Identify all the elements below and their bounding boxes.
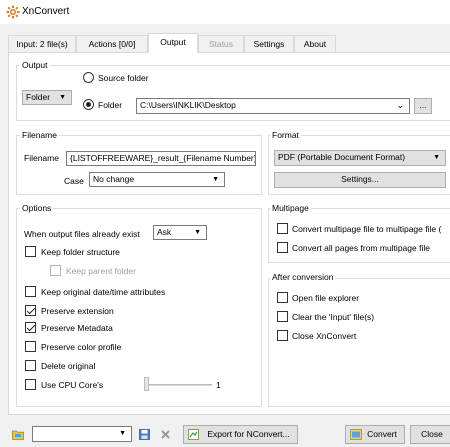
close-button[interactable]: Close [410, 425, 450, 444]
output-type-combo[interactable]: Folder ▼ [22, 90, 72, 105]
tab-about[interactable]: About [294, 35, 336, 52]
tab-output[interactable]: Output [148, 33, 198, 53]
export-icon [188, 429, 199, 440]
preserve-metadata-checkbox[interactable] [25, 322, 36, 333]
multipage-group [268, 208, 450, 263]
xnconvert-logo-icon [6, 5, 20, 19]
keep-parent-folder-label: Keep parent folder [66, 266, 136, 276]
keep-folder-structure-label: Keep folder structure [41, 247, 120, 257]
delete-original-label: Delete original [41, 361, 96, 371]
output-exists-combo[interactable]: Ask ▼ [153, 225, 207, 240]
after-conversion-legend: After conversion [270, 272, 336, 282]
convert-label: Convert [367, 429, 397, 439]
export-nconvert-button[interactable]: Export for NConvert... [183, 425, 298, 444]
convert-multipage-label: Convert multipage file to multipage file… [292, 224, 442, 234]
open-file-explorer-label: Open file explorer [292, 293, 360, 303]
chevron-down-icon: ▼ [119, 430, 126, 437]
format-value: PDF (Portable Document Format) [278, 152, 406, 162]
preserve-extension-label: Preserve extension [41, 306, 114, 316]
keep-parent-folder-checkbox[interactable] [50, 265, 61, 276]
tab-settings[interactable]: Settings [244, 35, 294, 52]
clear-input-files-label: Clear the 'Input' file(s) [292, 312, 375, 322]
export-nconvert-label: Export for NConvert... [207, 429, 290, 439]
options-group-legend: Options [20, 203, 54, 213]
case-value: No change [93, 174, 135, 184]
preserve-color-profile-label: Preserve color profile [41, 342, 122, 352]
use-cpu-cores-label: Use CPU Core's [41, 380, 104, 390]
output-exists-value: Ask [157, 227, 172, 237]
tab-status[interactable]: Status [198, 35, 244, 52]
delete-icon[interactable] [160, 429, 171, 440]
cpu-cores-slider-thumb[interactable] [144, 377, 149, 391]
close-xnconvert-label: Close XnConvert [292, 331, 357, 341]
preserve-color-profile-checkbox[interactable] [25, 341, 36, 352]
clear-input-files-checkbox[interactable] [277, 311, 288, 322]
convert-button[interactable]: Convert [345, 425, 405, 444]
keep-date-time-label: Keep original date/time attributes [41, 287, 166, 297]
window-title: XnConvert [22, 6, 70, 17]
filename-label: Filename [24, 153, 59, 163]
filename-group-legend: Filename [20, 130, 59, 140]
output-group-legend: Output [20, 60, 50, 70]
use-cpu-cores-checkbox[interactable] [25, 379, 36, 390]
format-group-legend: Format [270, 130, 301, 140]
chevron-down-icon: ⌄ [396, 100, 404, 110]
browse-folder-button[interactable]: ... [414, 98, 432, 114]
cpu-cores-value: 1 [216, 380, 221, 390]
convert-icon [350, 429, 362, 440]
format-combo[interactable]: PDF (Portable Document Format) ▼ [274, 150, 446, 166]
keep-folder-structure-checkbox[interactable] [25, 246, 36, 257]
cpu-cores-slider-track[interactable] [146, 384, 212, 386]
folder-label: Folder [98, 100, 123, 110]
chevron-down-icon: ▼ [194, 229, 201, 236]
chevron-down-icon: ▼ [212, 176, 219, 183]
preserve-metadata-label: Preserve Metadata [41, 323, 113, 333]
source-folder-radio[interactable] [83, 72, 94, 83]
keep-date-time-checkbox[interactable] [25, 286, 36, 297]
folder-path-value: C:\Users\INKLIK\Desktop [140, 100, 236, 110]
tab-actions[interactable]: Actions [0/0] [76, 35, 148, 52]
folder-path-combo[interactable]: C:\Users\INKLIK\Desktop ⌄ [136, 98, 410, 114]
output-type-value: Folder [26, 92, 51, 102]
open-file-explorer-checkbox[interactable] [277, 292, 288, 303]
chevron-down-icon: ▼ [59, 94, 66, 101]
delete-original-checkbox[interactable] [25, 360, 36, 371]
folder-radio[interactable] [83, 99, 94, 110]
close-xnconvert-checkbox[interactable] [277, 330, 288, 341]
tab-input[interactable]: Input: 2 file(s) [8, 35, 76, 52]
format-settings-button[interactable]: Settings... [274, 172, 446, 188]
title-bar: XnConvert [0, 0, 450, 24]
folder-icon[interactable] [12, 429, 24, 440]
filename-template-input[interactable]: {LISTOFFREEWARE}_result_{Filename Number… [66, 151, 256, 166]
convert-all-pages-checkbox[interactable] [277, 242, 288, 253]
convert-all-pages-label: Convert all pages from multipage file [292, 243, 430, 253]
preset-combo[interactable]: ▼ [32, 426, 132, 442]
output-exists-label: When output files already exist [24, 229, 140, 239]
convert-multipage-checkbox[interactable] [277, 223, 288, 234]
case-combo[interactable]: No change ▼ [89, 172, 225, 187]
preserve-extension-checkbox[interactable] [25, 305, 36, 316]
multipage-group-legend: Multipage [270, 203, 311, 213]
chevron-down-icon: ▼ [433, 154, 440, 161]
source-folder-label: Source folder [98, 73, 149, 83]
case-label: Case [64, 176, 84, 186]
save-icon[interactable] [139, 429, 150, 440]
